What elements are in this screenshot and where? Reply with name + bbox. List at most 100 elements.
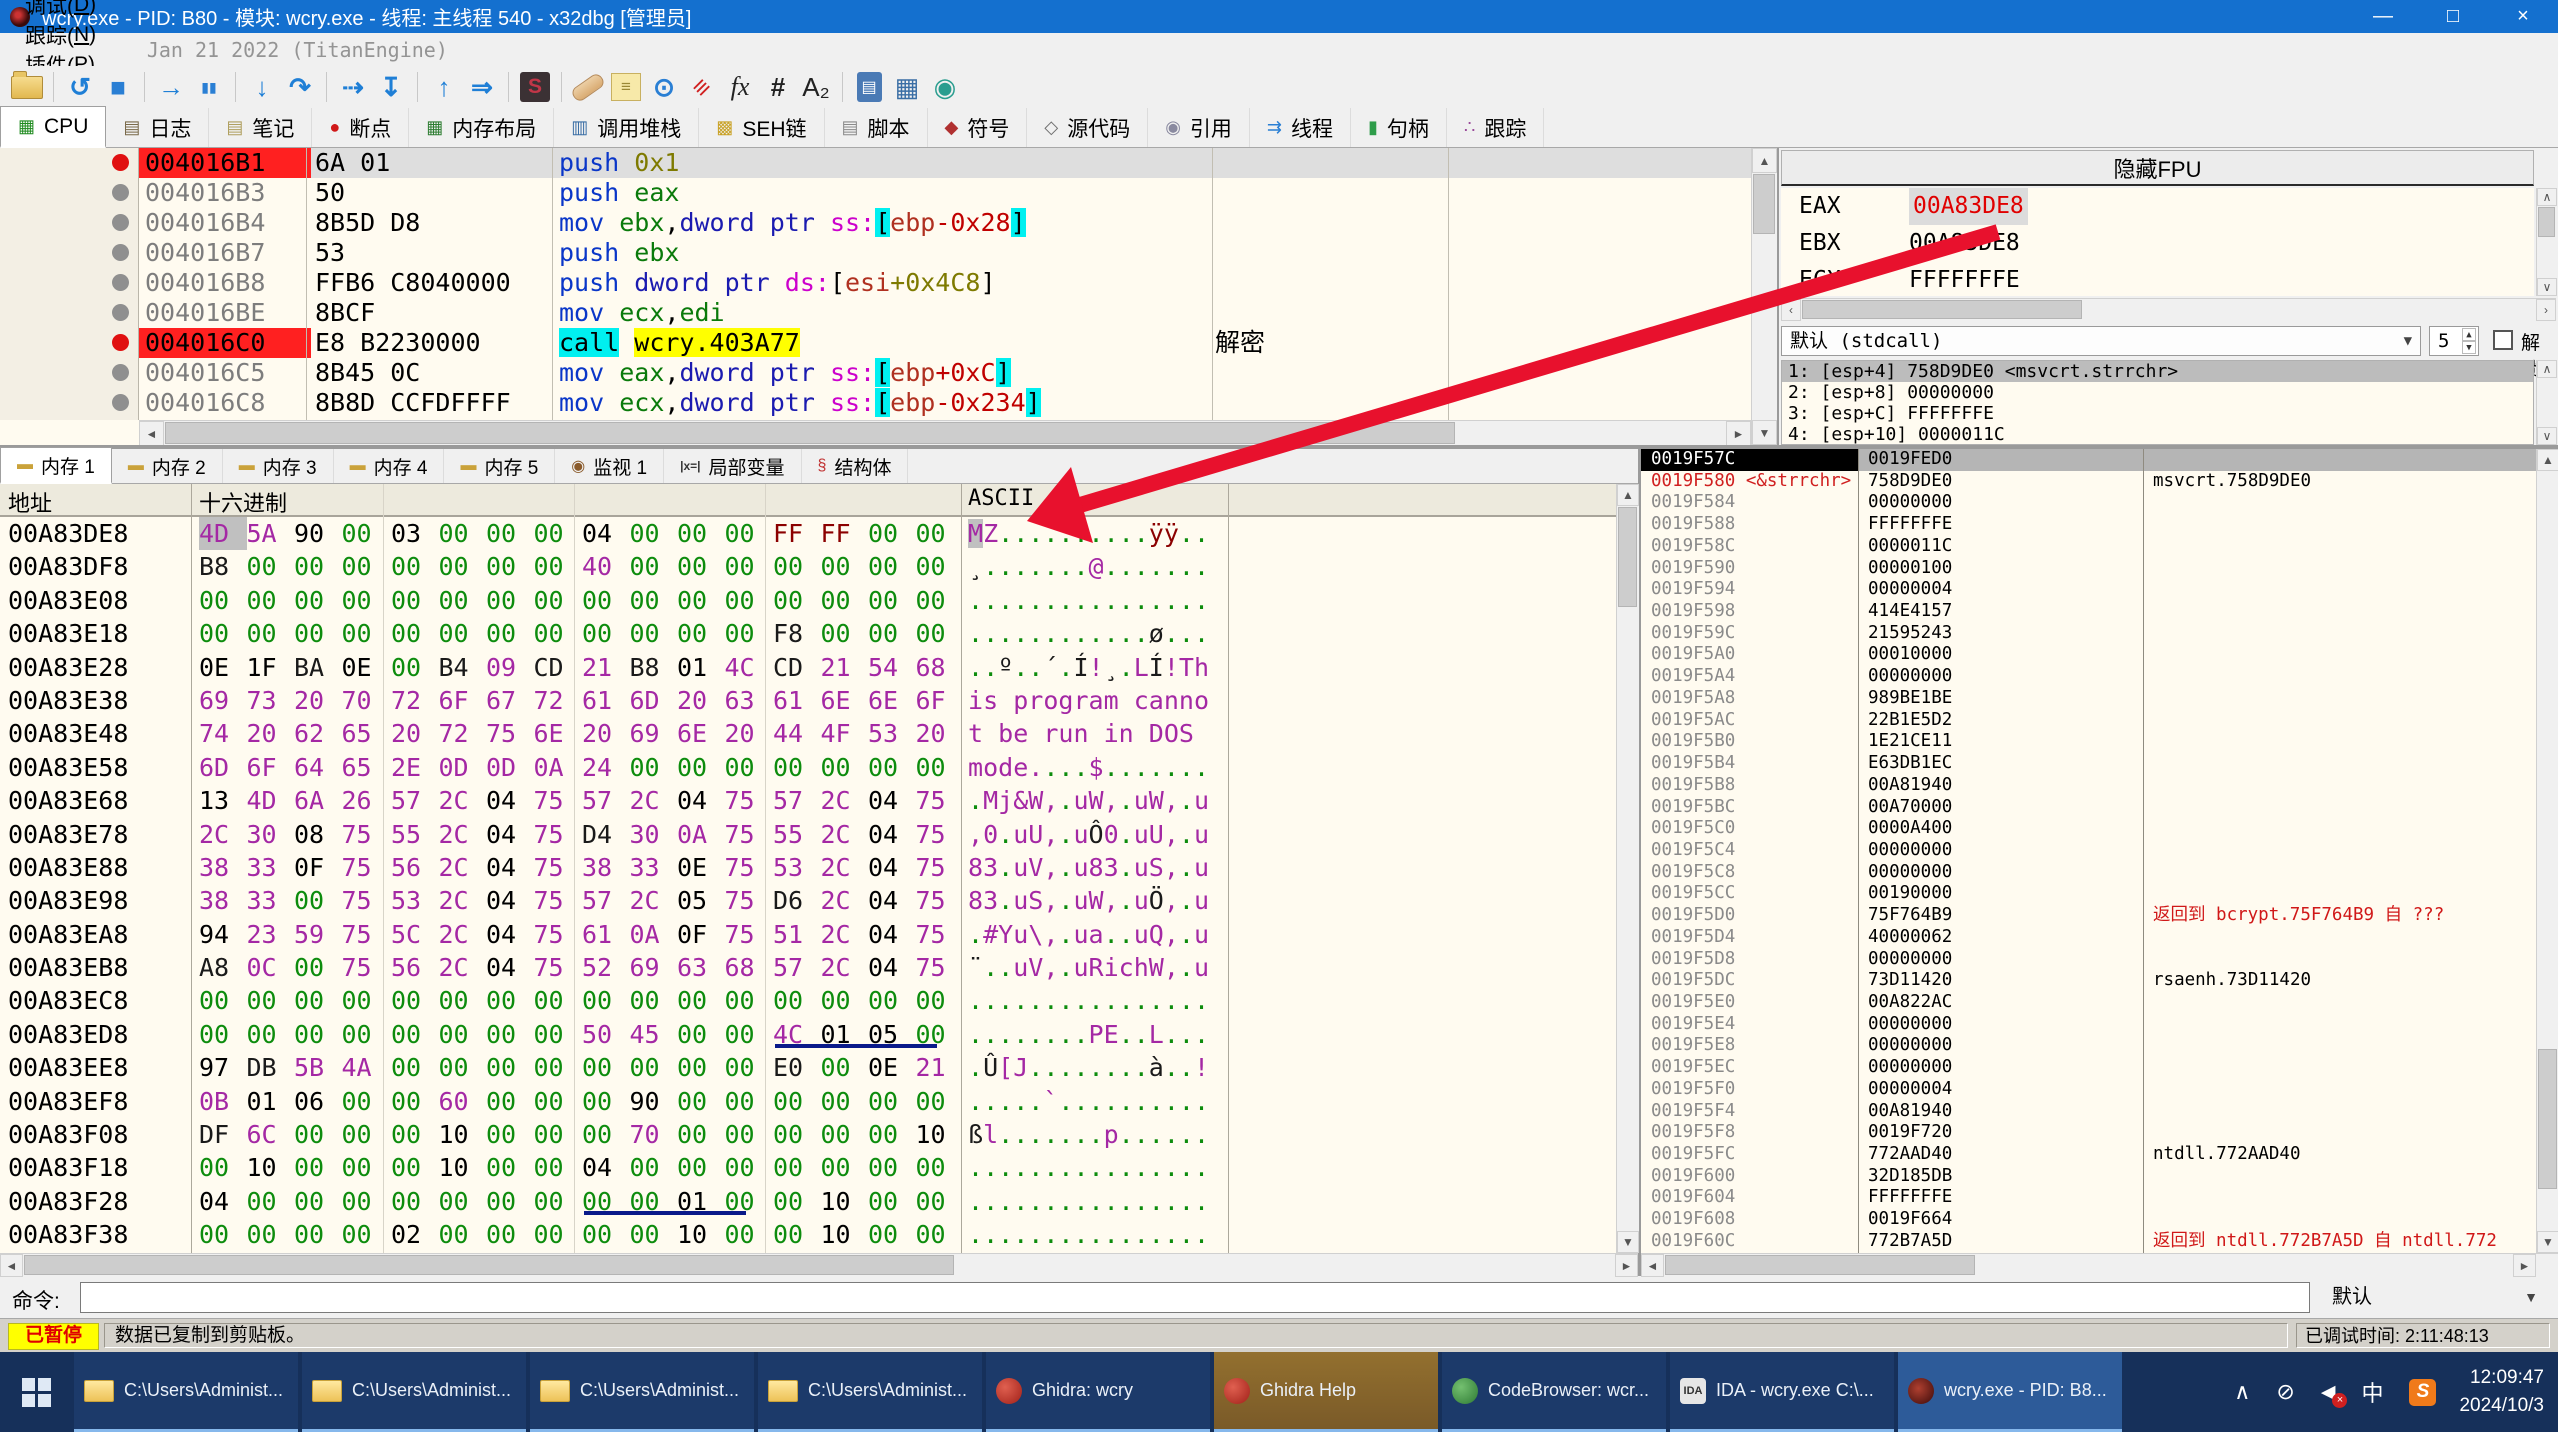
- hex-byte[interactable]: 00: [439, 984, 487, 1017]
- hex-byte[interactable]: 04: [486, 784, 534, 817]
- hex-byte[interactable]: 72: [439, 717, 487, 750]
- hex-byte[interactable]: 61: [773, 684, 821, 717]
- hex-byte[interactable]: 2C: [439, 851, 487, 884]
- hex-byte[interactable]: 55: [391, 818, 439, 851]
- hex-byte[interactable]: 00: [868, 1118, 916, 1151]
- hex-byte[interactable]: 21: [582, 651, 630, 684]
- hex-byte[interactable]: 00: [391, 651, 439, 684]
- dump-row[interactable]: 00A83F3800000000020000000000100000100000…: [0, 1218, 1616, 1251]
- scroll-right-icon[interactable]: ›: [2536, 299, 2556, 321]
- hex-byte[interactable]: 00: [773, 550, 821, 583]
- run-to-user-code-icon[interactable]: ⇢: [336, 70, 370, 104]
- hex-byte[interactable]: 00: [677, 1118, 725, 1151]
- stack-row[interactable]: 0019F5DC73D11420rsaenh.73D11420: [1641, 970, 2536, 992]
- hex-byte[interactable]: 00: [342, 1185, 390, 1218]
- stack-row[interactable]: 0019F5CC00190000: [1641, 883, 2536, 905]
- dump-row[interactable]: 00A83E18000000000000000000000000F8000000…: [0, 617, 1616, 650]
- run-icon[interactable]: →: [154, 70, 188, 104]
- hex-byte[interactable]: 4D: [199, 517, 247, 550]
- hex-byte[interactable]: 00: [677, 751, 725, 784]
- hex-byte[interactable]: 75: [342, 851, 390, 884]
- breakpoint-dot[interactable]: [112, 274, 129, 291]
- hex-byte[interactable]: 00: [247, 617, 295, 650]
- hex-byte[interactable]: 56: [391, 951, 439, 984]
- hex-byte[interactable]: 38: [199, 884, 247, 917]
- maximize-button[interactable]: □: [2418, 0, 2488, 33]
- stack-value-cell[interactable]: 00000000: [1868, 1057, 1952, 1079]
- hex-byte[interactable]: 00: [821, 1118, 869, 1151]
- disasm-row[interactable]: 004016B16A 01push 0x1: [0, 148, 1752, 178]
- hex-byte[interactable]: 97: [199, 1051, 247, 1084]
- disasm-vscrollbar[interactable]: ▲ ▼: [1751, 148, 1777, 445]
- stack-value-cell[interactable]: 75F764B9: [1868, 905, 1952, 927]
- hex-byte[interactable]: 40: [582, 550, 630, 583]
- hex-byte[interactable]: 6A: [294, 784, 342, 817]
- scroll-left-icon[interactable]: ◄: [0, 1254, 23, 1277]
- hex-byte[interactable]: 21: [821, 651, 869, 684]
- hex-byte[interactable]: 00: [439, 517, 487, 550]
- hex-byte[interactable]: 00: [342, 984, 390, 1017]
- hex-byte[interactable]: F8: [773, 617, 821, 650]
- scroll-left-icon[interactable]: ‹: [1781, 299, 1801, 321]
- memory-dump-panel[interactable]: 地址 十六进制 ASCII 00A83DE84D5A90000300000004…: [0, 484, 1616, 1253]
- hex-byte[interactable]: 00: [868, 1085, 916, 1118]
- hex-byte[interactable]: 2C: [821, 784, 869, 817]
- disasm-row[interactable]: 004016C0E8 B2230000call wcry.403A77解密: [0, 328, 1752, 358]
- hex-byte[interactable]: 2C: [630, 884, 678, 917]
- stack-row[interactable]: 0019F5D800000000: [1641, 949, 2536, 971]
- hex-byte[interactable]: 24: [582, 751, 630, 784]
- dump-row[interactable]: 00A83E9838330075532C0475572C0575D62C0475…: [0, 884, 1616, 917]
- menu-n[interactable]: 跟踪(N): [0, 20, 133, 50]
- menu-d[interactable]: 调试(D): [0, 0, 133, 20]
- hex-byte[interactable]: 00: [821, 984, 869, 1017]
- stack-row[interactable]: 0019F5A000010000: [1641, 644, 2536, 666]
- breakpoint-dot[interactable]: [112, 364, 129, 381]
- tab-symbols[interactable]: ◆符号: [928, 108, 1028, 147]
- hex-byte[interactable]: 00: [342, 1218, 390, 1251]
- hex-byte[interactable]: 67: [486, 684, 534, 717]
- hex-byte[interactable]: 00: [199, 617, 247, 650]
- hex-byte[interactable]: 00: [582, 1051, 630, 1084]
- hex-byte[interactable]: 00: [247, 1018, 295, 1051]
- stack-value-cell[interactable]: 32D185DB: [1868, 1166, 1952, 1188]
- hex-byte[interactable]: 00: [342, 584, 390, 617]
- hex-byte[interactable]: 00: [630, 984, 678, 1017]
- hex-byte[interactable]: 00: [916, 584, 964, 617]
- hex-byte[interactable]: 75: [342, 918, 390, 951]
- stack-value-cell[interactable]: 40000062: [1868, 927, 1952, 949]
- hex-byte[interactable]: 00: [199, 984, 247, 1017]
- stack-value-cell[interactable]: 772AAD40: [1868, 1144, 1952, 1166]
- stack-value-cell[interactable]: E63DB1EC: [1868, 753, 1952, 775]
- hex-byte[interactable]: 75: [916, 951, 964, 984]
- hex-byte[interactable]: 75: [916, 884, 964, 917]
- dump-tab-struct[interactable]: §结构体: [802, 449, 909, 483]
- patches-icon[interactable]: [571, 70, 605, 104]
- disasm-row[interactable]: 004016BE8BCFmov ecx,edi: [0, 298, 1752, 328]
- hex-byte[interactable]: 00: [294, 1185, 342, 1218]
- stack-row[interactable]: 0019F59000000100: [1641, 558, 2536, 580]
- stack-row[interactable]: 0019F5B800A81940: [1641, 775, 2536, 797]
- scroll-down-icon[interactable]: ∨: [2537, 278, 2557, 296]
- hex-byte[interactable]: 00: [439, 1051, 487, 1084]
- hex-byte[interactable]: 00: [916, 1185, 964, 1218]
- hex-byte[interactable]: 04: [199, 1185, 247, 1218]
- hex-byte[interactable]: 26: [342, 784, 390, 817]
- hex-byte[interactable]: 04: [868, 784, 916, 817]
- hex-byte[interactable]: 00: [630, 584, 678, 617]
- call-argument-row[interactable]: 3: [esp+C] FFFFFFFE: [1782, 403, 2533, 424]
- hex-byte[interactable]: 5A: [247, 517, 295, 550]
- hex-byte[interactable]: 6F: [247, 751, 295, 784]
- hex-byte[interactable]: 73: [247, 684, 295, 717]
- tab-memory-map[interactable]: ▦内存布局: [409, 108, 554, 147]
- hex-byte[interactable]: B4: [439, 651, 487, 684]
- hex-byte[interactable]: E0: [773, 1051, 821, 1084]
- hex-byte[interactable]: 23: [247, 918, 295, 951]
- hex-byte[interactable]: 56: [391, 851, 439, 884]
- scroll-down-icon[interactable]: ▼: [1752, 420, 1777, 445]
- hex-byte[interactable]: 00: [391, 550, 439, 583]
- hex-byte[interactable]: 00: [677, 584, 725, 617]
- dump-row[interactable]: 00A83E782C300875552C0475D4300A75552C0475…: [0, 818, 1616, 851]
- speaker-muted-icon[interactable]: ◀×: [2321, 1381, 2336, 1404]
- hex-byte[interactable]: 0C: [247, 951, 295, 984]
- hex-byte[interactable]: 00: [342, 1151, 390, 1184]
